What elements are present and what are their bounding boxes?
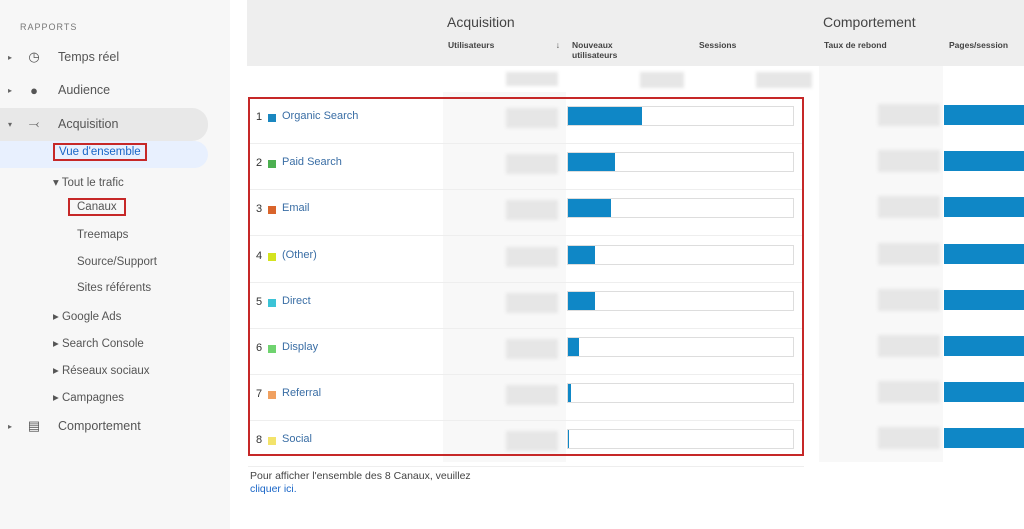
header-bounce[interactable]: Taux de rebond xyxy=(819,36,943,66)
label: Canaux xyxy=(68,198,126,216)
label: Comportement xyxy=(58,419,141,433)
pages-bar xyxy=(944,382,1024,403)
sidebar-referrals[interactable]: Sites référents xyxy=(77,282,151,294)
bounce-blurred xyxy=(878,335,940,357)
label: Vue d'ensemble xyxy=(53,143,147,161)
label: Google Ads xyxy=(61,311,122,323)
bounce-blurred xyxy=(878,104,940,126)
sidebar-item-realtime[interactable]: ▸ ◷ Temps réel xyxy=(0,41,119,73)
header-pages[interactable]: Pages/session xyxy=(944,36,1024,66)
pages-bar xyxy=(944,243,1024,264)
clock-icon: ◷ xyxy=(28,49,40,64)
header-new-users[interactable]: Nouveaux utilisateurs xyxy=(567,36,657,66)
sidebar-item-acquisition[interactable]: ▾ ⤙ Acquisition xyxy=(0,108,118,140)
sidebar-source[interactable]: Source/Support xyxy=(77,256,157,268)
group-behavior: Comportement xyxy=(819,0,1024,36)
sidebar-search-console[interactable]: ▸ Search Console xyxy=(53,336,144,350)
section-title: RAPPORTS xyxy=(20,22,78,32)
sort-icon: ↓ xyxy=(555,40,560,50)
sidebar-channels[interactable]: Canaux xyxy=(68,198,126,216)
highlight-box xyxy=(248,97,804,456)
pages-bar xyxy=(944,197,1024,218)
acquisition-icon: ⤙ xyxy=(28,116,40,131)
bounce-blurred xyxy=(878,381,940,404)
label: Utilisateurs xyxy=(448,40,495,50)
person-icon: ● xyxy=(30,82,38,98)
sidebar-treemaps[interactable]: Treemaps xyxy=(77,229,128,241)
bounce-blurred xyxy=(878,242,940,265)
header-users[interactable]: Utilisateurs ↓ xyxy=(443,36,565,66)
show-all-link[interactable]: cliquer ici. xyxy=(250,483,297,495)
sidebar-google-ads[interactable]: ▸ Google Ads xyxy=(53,309,121,323)
pages-bar xyxy=(944,151,1024,172)
sidebar-item-behavior[interactable]: ▸ ▤ Comportement xyxy=(0,410,141,442)
sidebar-item-audience[interactable]: ▸ ● Audience xyxy=(0,74,110,106)
group-acquisition: Acquisition xyxy=(443,0,818,36)
label: Search Console xyxy=(61,338,144,350)
sidebar-social[interactable]: ▸ Réseaux sociaux xyxy=(53,363,150,377)
total-new-blurred xyxy=(640,72,684,88)
label: Acquisition xyxy=(58,117,119,131)
total-users-blurred xyxy=(506,72,558,86)
label: Campagnes xyxy=(61,392,124,404)
total-sessions-blurred xyxy=(756,72,812,88)
label: Tout le trafic xyxy=(61,177,124,189)
label: Temps réel xyxy=(58,50,120,64)
bounce-blurred xyxy=(878,427,940,450)
behavior-icon: ▤ xyxy=(27,418,41,433)
footer-note: Pour afficher l'ensemble des 8 Canaux, v… xyxy=(250,470,471,496)
pages-bar xyxy=(944,289,1024,310)
sidebar-campaigns[interactable]: ▸ Campagnes xyxy=(53,390,124,404)
pages-bar xyxy=(944,336,1024,356)
header-sessions[interactable]: Sessions xyxy=(694,36,817,66)
bounce-blurred xyxy=(878,150,940,173)
bounce-blurred xyxy=(878,288,940,311)
sidebar-all-traffic[interactable]: ▾ Tout le trafic xyxy=(53,175,124,189)
pages-bar xyxy=(944,105,1024,125)
label: Audience xyxy=(58,83,111,97)
label: Réseaux sociaux xyxy=(61,365,150,377)
footer-text: Pour afficher l'ensemble des 8 Canaux, v… xyxy=(250,470,471,482)
sidebar-overview[interactable]: Vue d'ensemble xyxy=(53,143,147,161)
pages-bar xyxy=(944,428,1024,449)
sidebar: RAPPORTS ▸ ◷ Temps réel ▸ ● Audience ▾ ⤙ Acqui… xyxy=(0,0,230,529)
bounce-blurred xyxy=(878,196,940,219)
